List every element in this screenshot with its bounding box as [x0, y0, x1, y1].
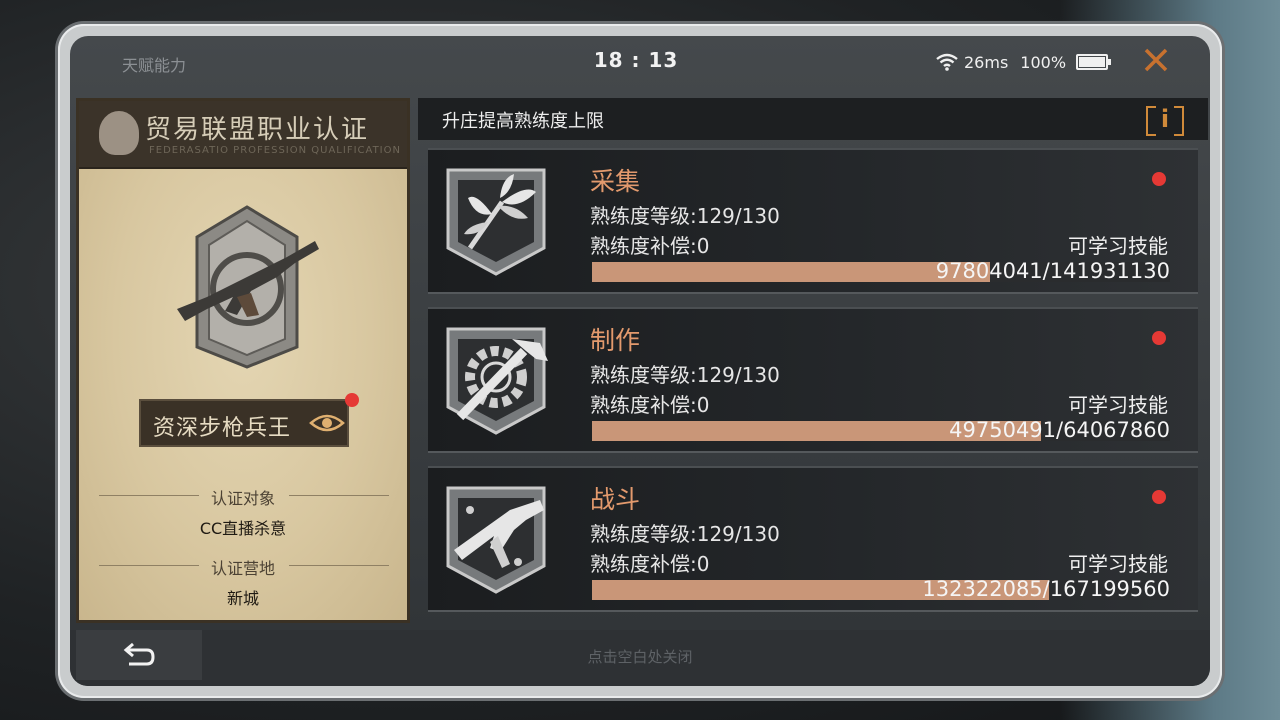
clock: 18 : 13 — [593, 48, 679, 72]
close-button[interactable] — [1138, 46, 1174, 82]
battery-icon — [1076, 54, 1112, 70]
certificate-header: 贸易联盟职业认证 FEDERASATIO PROFESSION QUALIFIC… — [79, 101, 407, 169]
rank-title: 资深步枪兵王 — [153, 416, 292, 441]
close-hint[interactable]: 点击空白处关闭 — [530, 646, 750, 667]
notification-dot — [1152, 172, 1166, 186]
skill-compensation: 熟练度补偿:0 — [590, 552, 710, 576]
back-button[interactable] — [76, 630, 202, 680]
status-bar-title: 天赋能力 — [122, 56, 187, 75]
info-button[interactable]: i — [1146, 102, 1184, 136]
notification-dot — [1152, 331, 1166, 345]
herb-icon — [446, 168, 546, 276]
skill-card-combat[interactable]: 战斗 熟练度等级:129/130 熟练度补偿:0 可学习技能 132322085… — [428, 466, 1198, 612]
status-indicators: 26ms 100% — [936, 51, 1112, 73]
progress-fill — [592, 262, 991, 282]
proficiency-panel-header: 升庄提高熟练度上限 i — [418, 98, 1208, 140]
tablet-frame: 天赋能力 18 : 13 26ms 100% 贸易联盟职业认证 FEDERASA… — [58, 24, 1222, 698]
notification-dot — [1152, 490, 1166, 504]
camp-label: 认证营地 — [210, 559, 275, 578]
skill-card-gather[interactable]: 采集 熟练度等级:129/130 熟练度补偿:0 可学习技能 97804041/… — [428, 148, 1198, 294]
skill-level: 熟练度等级:129/130 — [590, 204, 780, 228]
skill-level: 熟练度等级:129/130 — [590, 522, 780, 546]
target-value: CC直播杀意 — [199, 519, 287, 538]
certificate-title: 贸易联盟职业认证 — [145, 115, 370, 145]
progress-text: 49750491/64067860 — [949, 418, 1170, 442]
rifle-emblem-icon — [177, 205, 319, 369]
battery-percent: 100% — [1020, 52, 1067, 72]
ping-value: 26ms — [964, 52, 1009, 72]
info-icon: i — [1160, 105, 1170, 133]
target-label: 认证对象 — [210, 489, 275, 508]
proficiency-progress-bar: 132322085/167199560 — [592, 577, 1170, 601]
certificate-card: 贸易联盟职业认证 FEDERASATIO PROFESSION QUALIFIC… — [76, 98, 410, 623]
camp-value: 新城 — [226, 589, 259, 608]
progress-text: 132322085/167199560 — [922, 577, 1170, 601]
learnable-skills-link[interactable]: 可学习技能 — [1068, 389, 1168, 418]
skill-name: 制作 — [590, 326, 641, 355]
eye-icon — [309, 414, 345, 432]
learnable-skills-link[interactable]: 可学习技能 — [1068, 548, 1168, 577]
view-rank-button[interactable] — [305, 401, 349, 445]
wrench-gear-icon — [446, 327, 548, 435]
tablet-screen: 天赋能力 18 : 13 26ms 100% 贸易联盟职业认证 FEDERASA… — [70, 36, 1210, 686]
rank-badge[interactable]: 资深步枪兵王 — [139, 393, 359, 447]
progress-text: 97804041/141931130 — [935, 259, 1170, 283]
skill-compensation: 熟练度补偿:0 — [590, 393, 710, 417]
bottom-bar: 点击空白处关闭 — [70, 630, 1210, 686]
close-icon — [1144, 48, 1168, 72]
wifi-icon — [936, 53, 958, 71]
skill-compensation: 熟练度补偿:0 — [590, 234, 710, 258]
panel-title: 升庄提高熟练度上限 — [442, 111, 604, 132]
federation-logo-icon — [99, 111, 139, 155]
certificate-subtitle: FEDERASATIO PROFESSION QUALIFICATION — [149, 145, 401, 156]
skill-name: 战斗 — [590, 485, 641, 514]
proficiency-progress-bar: 97804041/141931130 — [592, 259, 1170, 283]
back-arrow-icon — [123, 642, 155, 666]
skill-name: 采集 — [590, 167, 641, 196]
learnable-skills-link[interactable]: 可学习技能 — [1068, 230, 1168, 259]
smg-icon — [446, 486, 546, 594]
status-bar: 天赋能力 18 : 13 26ms 100% — [70, 36, 1210, 92]
proficiency-progress-bar: 49750491/64067860 — [592, 418, 1170, 442]
notification-dot — [345, 393, 359, 407]
skill-card-craft[interactable]: 制作 熟练度等级:129/130 熟练度补偿:0 可学习技能 49750491/… — [428, 307, 1198, 453]
skill-level: 熟练度等级:129/130 — [590, 363, 780, 387]
